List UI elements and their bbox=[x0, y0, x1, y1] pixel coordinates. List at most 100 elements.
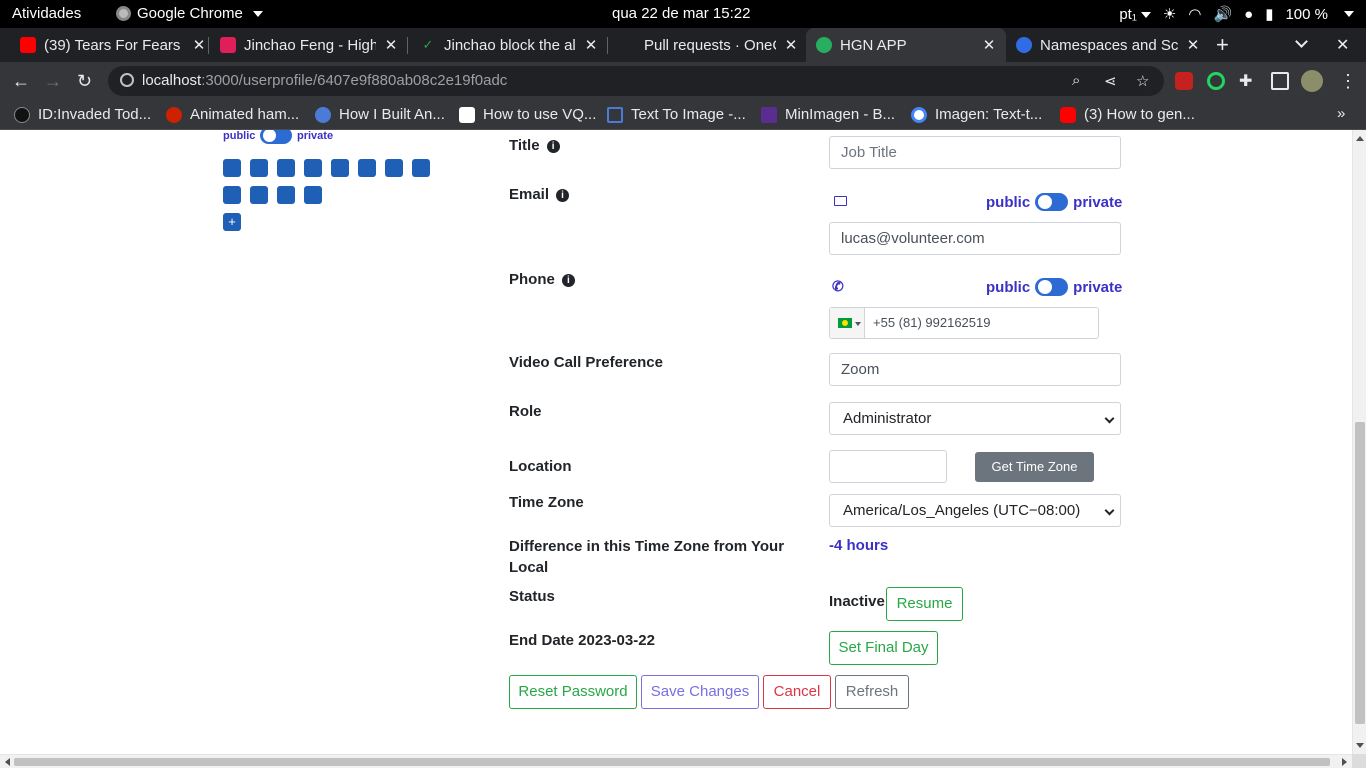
resume-button[interactable]: Resume bbox=[886, 587, 963, 621]
hgn-icon bbox=[816, 37, 832, 53]
left-panel: public private + bbox=[0, 130, 480, 250]
bookmark-item[interactable]: ID:Invaded Tod... bbox=[14, 106, 151, 123]
tab-title: HGN APP bbox=[840, 36, 907, 54]
badge[interactable] bbox=[385, 159, 403, 177]
bookmark-item[interactable]: How to use VQ... bbox=[459, 106, 596, 123]
close-tab-icon[interactable]: ✕ bbox=[1184, 36, 1202, 54]
vertical-scrollbar[interactable] bbox=[1352, 130, 1366, 754]
slack-icon bbox=[220, 37, 236, 53]
forward-icon[interactable]: → bbox=[44, 71, 62, 92]
more-bookmarks-icon[interactable]: » bbox=[1337, 105, 1345, 122]
badge[interactable] bbox=[358, 159, 376, 177]
cancel-button[interactable]: Cancel bbox=[763, 675, 831, 709]
badge[interactable] bbox=[277, 159, 295, 177]
phone-field[interactable]: +55 (81) 992162519 bbox=[873, 315, 990, 330]
clock[interactable]: qua 22 de mar 15:22 bbox=[612, 5, 750, 22]
extension-icon[interactable] bbox=[1175, 72, 1193, 90]
location-input[interactable] bbox=[829, 450, 947, 483]
badge[interactable] bbox=[331, 159, 349, 177]
tab-hgn-app[interactable]: HGN APP ✕ bbox=[806, 28, 1006, 62]
title-label-text: Title bbox=[509, 137, 540, 154]
country-selector[interactable] bbox=[830, 308, 865, 338]
close-tab-icon[interactable]: ✕ bbox=[782, 36, 800, 54]
get-time-zone-button[interactable]: Get Time Zone bbox=[975, 452, 1094, 482]
bookmark-item[interactable]: Animated ham... bbox=[166, 106, 299, 123]
new-tab-icon[interactable]: + bbox=[1216, 32, 1229, 58]
scroll-left-icon[interactable] bbox=[5, 758, 10, 766]
role-select[interactable]: Administrator bbox=[829, 402, 1121, 435]
tab-github-issue[interactable]: ✓ Jinchao block the ale ✕ bbox=[420, 28, 600, 62]
browser-toolbar: ← → ↻ localhost:3000/userprofile/6407e9f… bbox=[0, 62, 1366, 100]
bookmark-icon bbox=[166, 106, 182, 123]
badge[interactable] bbox=[304, 186, 322, 204]
bookmark-star-icon[interactable]: ☆ bbox=[1136, 72, 1149, 90]
system-tray[interactable]: pt₁ ☀ ◠ 🔊 ● ▮ 100 % bbox=[1119, 5, 1354, 23]
brazil-flag-icon bbox=[838, 318, 852, 328]
close-window-icon[interactable]: ✕ bbox=[1336, 35, 1349, 55]
tab-search-icon[interactable] bbox=[1295, 35, 1308, 48]
scroll-up-icon[interactable] bbox=[1356, 136, 1364, 141]
badge[interactable] bbox=[250, 159, 268, 177]
info-icon[interactable]: i bbox=[556, 189, 570, 202]
app-menu[interactable]: Google Chrome bbox=[116, 5, 263, 22]
email-field[interactable]: lucas@volunteer.com bbox=[829, 222, 1121, 255]
info-icon[interactable]: i bbox=[561, 274, 575, 287]
add-badge-button[interactable]: + bbox=[223, 213, 241, 231]
tab-youtube[interactable]: (39) Tears For Fears ✕ bbox=[20, 28, 208, 62]
badge[interactable] bbox=[250, 186, 268, 204]
reload-icon[interactable]: ↻ bbox=[77, 71, 92, 92]
vertical-scroll-thumb[interactable] bbox=[1355, 422, 1365, 724]
badge[interactable] bbox=[223, 186, 241, 204]
bookmark-item[interactable]: (3) How to gen... bbox=[1060, 106, 1195, 123]
avatar[interactable] bbox=[1301, 70, 1323, 92]
puzzle-icon[interactable]: ✚ bbox=[1239, 71, 1252, 91]
tab-pull-requests[interactable]: Pull requests · OneC ✕ bbox=[620, 28, 800, 62]
side-panel-icon[interactable] bbox=[1271, 72, 1289, 90]
visibility-private-label: private bbox=[297, 130, 334, 142]
bookmark-item[interactable]: Text To Image -... bbox=[607, 106, 746, 123]
address-bar[interactable]: localhost:3000/userprofile/6407e9f880ab0… bbox=[108, 66, 1164, 96]
set-final-day-button[interactable]: Set Final Day bbox=[829, 631, 938, 665]
time-zone-select[interactable]: America/Los_Angeles (UTC−08:00) bbox=[829, 494, 1121, 527]
scroll-right-icon[interactable] bbox=[1342, 758, 1347, 766]
site-info-icon[interactable] bbox=[120, 73, 134, 87]
public-label: public bbox=[986, 278, 1031, 296]
badge[interactable] bbox=[304, 159, 322, 177]
job-title-input[interactable]: Job Title bbox=[829, 136, 1121, 169]
info-icon[interactable]: i bbox=[546, 140, 560, 153]
refresh-button[interactable]: Refresh bbox=[835, 675, 909, 709]
visibility-toggle[interactable] bbox=[260, 130, 292, 144]
os-top-bar: Atividades Google Chrome qua 22 de mar 1… bbox=[0, 0, 1366, 28]
save-changes-button[interactable]: Save Changes bbox=[641, 675, 759, 709]
close-tab-icon[interactable]: ✕ bbox=[382, 36, 400, 54]
bookmark-item[interactable]: MinImagen - B... bbox=[761, 106, 895, 123]
share-icon[interactable]: ⋖ bbox=[1104, 72, 1117, 90]
scroll-down-icon[interactable] bbox=[1356, 743, 1364, 748]
keyboard-layout-label: pt₁ bbox=[1119, 5, 1137, 23]
tab-slack[interactable]: Jinchao Feng - High ✕ bbox=[220, 28, 400, 62]
activities-button[interactable]: Atividades bbox=[12, 5, 81, 22]
badge[interactable] bbox=[412, 159, 430, 177]
url-text[interactable]: localhost:3000/userprofile/6407e9f880ab0… bbox=[142, 72, 507, 89]
tab-kubernetes[interactable]: Namespaces and Sc ✕ bbox=[1016, 28, 1202, 62]
extension-icon[interactable] bbox=[1207, 72, 1225, 90]
back-icon[interactable]: ← bbox=[12, 71, 30, 92]
badge[interactable] bbox=[277, 186, 295, 204]
phone-input-group: +55 (81) 992162519 bbox=[829, 307, 1099, 339]
zoom-icon[interactable]: ⌕ bbox=[1072, 72, 1080, 89]
bookmark-item[interactable]: Imagen: Text-t... bbox=[911, 106, 1042, 123]
bookmark-item[interactable]: How I Built An... bbox=[315, 106, 445, 123]
badge[interactable] bbox=[223, 159, 241, 177]
phone-visibility-toggle[interactable] bbox=[1035, 278, 1069, 296]
horizontal-scrollbar[interactable] bbox=[0, 754, 1352, 768]
email-visibility-toggle[interactable] bbox=[1035, 193, 1069, 211]
video-call-input[interactable]: Zoom bbox=[829, 353, 1121, 386]
horizontal-scroll-thumb[interactable] bbox=[14, 758, 1330, 766]
keyboard-layout[interactable]: pt₁ bbox=[1119, 6, 1151, 23]
reset-password-button[interactable]: Reset Password bbox=[509, 675, 637, 709]
menu-icon[interactable]: ⋮ bbox=[1339, 71, 1357, 92]
close-tab-icon[interactable]: ✕ bbox=[190, 36, 208, 54]
tab-title: Namespaces and Sc bbox=[1040, 36, 1178, 54]
close-tab-icon[interactable]: ✕ bbox=[582, 36, 600, 54]
close-tab-icon[interactable]: ✕ bbox=[980, 36, 998, 54]
